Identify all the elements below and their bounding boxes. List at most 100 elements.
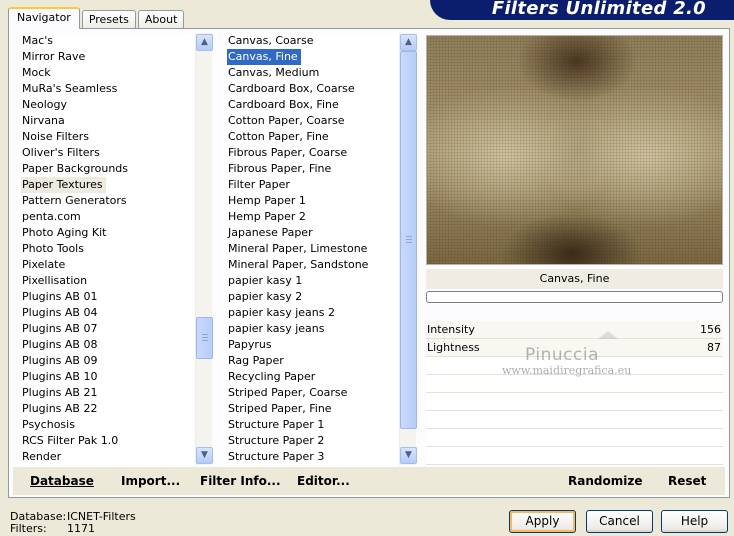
filter-item[interactable]: papier kasy 2: [223, 289, 401, 305]
filter-item[interactable]: papier kasy 1: [223, 273, 401, 289]
filter-item[interactable]: Cotton Paper, Coarse: [223, 113, 401, 129]
category-item-label: Plugins AB 08: [22, 338, 98, 351]
param-row-intensity[interactable]: Intensity 156: [426, 321, 723, 339]
filter-item[interactable]: Canvas, Fine: [223, 48, 401, 66]
category-item-label: Mac's: [22, 34, 54, 47]
filter-item[interactable]: papier kasy jeans 2: [223, 305, 401, 321]
filter-list[interactable]: Canvas, Coarse Canvas, Fine Canvas, Medium…: [223, 33, 401, 465]
param-label: Lightness: [427, 341, 480, 354]
category-item-label: Pixellisation: [22, 274, 88, 287]
filter-item-label: Canvas, Fine: [226, 48, 302, 66]
filter-item[interactable]: Rag Paper: [223, 353, 401, 369]
filter-item[interactable]: Hemp Paper 2: [223, 209, 401, 225]
reset-button[interactable]: Reset: [668, 474, 706, 488]
param-row-empty: [426, 429, 723, 447]
randomize-button[interactable]: Randomize: [568, 474, 642, 488]
filter-item[interactable]: Striped Paper, Coarse: [223, 385, 401, 401]
category-item-label: Paper Textures: [21, 177, 106, 193]
filter-item[interactable]: Japanese Paper: [223, 225, 401, 241]
param-value: 156: [700, 323, 721, 336]
filter-item-label: Japanese Paper: [228, 226, 313, 239]
filter-item-label: Mineral Paper, Sandstone: [228, 258, 369, 271]
tab-navigator[interactable]: Navigator: [8, 7, 80, 29]
category-item[interactable]: Plugins AB 21: [17, 385, 197, 401]
filter-item[interactable]: papier kasy jeans: [223, 321, 401, 337]
category-item[interactable]: Plugins AB 01: [17, 289, 197, 305]
database-button[interactable]: Database: [30, 474, 94, 488]
category-item[interactable]: Mirror Rave: [17, 49, 197, 65]
filter-item-label: Filter Paper: [228, 178, 290, 191]
category-item[interactable]: Oliver's Filters: [17, 145, 197, 161]
category-item[interactable]: Photo Tools: [17, 241, 197, 257]
category-item[interactable]: MuRa's Seamless: [17, 81, 197, 97]
apply-button[interactable]: Apply: [509, 510, 576, 533]
filter-item[interactable]: Structure Paper 3: [223, 449, 401, 465]
preview-image[interactable]: [426, 35, 723, 265]
filter-item-label: Rag Paper: [228, 354, 284, 367]
filter-item[interactable]: Mineral Paper, Limestone: [223, 241, 401, 257]
category-item[interactable]: Pixellisation: [17, 273, 197, 289]
category-item[interactable]: Plugins AB 08: [17, 337, 197, 353]
filters-count: 1171: [67, 522, 95, 535]
category-item[interactable]: Plugins AB 04: [17, 305, 197, 321]
filter-item[interactable]: Fibrous Paper, Fine: [223, 161, 401, 177]
import-button[interactable]: Import...: [121, 474, 180, 488]
filter-item[interactable]: Structure Paper 2: [223, 433, 401, 449]
category-item[interactable]: Plugins AB 22: [17, 401, 197, 417]
tab-presets[interactable]: Presets: [81, 10, 136, 29]
category-item-label: Plugins AB 04: [22, 306, 98, 319]
scroll-down-icon[interactable]: ▼: [400, 447, 417, 464]
scroll-up-icon[interactable]: ▲: [196, 34, 213, 51]
filter-item[interactable]: Canvas, Coarse: [223, 33, 401, 49]
category-scroll-thumb[interactable]: [196, 317, 213, 359]
filter-item-label: Canvas, Medium: [228, 66, 320, 79]
category-item[interactable]: Pixelate: [17, 257, 197, 273]
category-item[interactable]: penta.com: [17, 209, 197, 225]
status-area: Database: ICNET-Filters Filters: 1171: [10, 511, 136, 535]
filter-item[interactable]: Cardboard Box, Fine: [223, 97, 401, 113]
cancel-button[interactable]: Cancel: [586, 510, 653, 533]
scroll-up-icon[interactable]: ▲: [400, 34, 417, 51]
category-item[interactable]: Noise Filters: [17, 129, 197, 145]
filter-item[interactable]: Hemp Paper 1: [223, 193, 401, 209]
filter-item[interactable]: Papyrus: [223, 337, 401, 353]
category-item[interactable]: Plugins AB 09: [17, 353, 197, 369]
category-item[interactable]: Psychosis: [17, 417, 197, 433]
param-row-empty: [426, 447, 723, 465]
category-item[interactable]: Mock: [17, 65, 197, 81]
category-item[interactable]: Plugins AB 07: [17, 321, 197, 337]
category-item[interactable]: RCS Filter Pak 1.0: [17, 433, 197, 449]
category-list[interactable]: Mac's Mirror Rave Mock MuRa's Seamless Neolo…: [17, 33, 197, 465]
category-item-label: Plugins AB 09: [22, 354, 98, 367]
filter-scroll-thumb[interactable]: [400, 51, 417, 429]
category-item[interactable]: Paper Textures: [17, 177, 197, 193]
category-item-label: Neology: [22, 98, 68, 111]
filter-item[interactable]: Recycling Paper: [223, 369, 401, 385]
category-item[interactable]: Render: [17, 449, 197, 465]
category-item[interactable]: Plugins AB 10: [17, 369, 197, 385]
filter-item[interactable]: Canvas, Medium: [223, 65, 401, 81]
filter-item[interactable]: Fibrous Paper, Coarse: [223, 145, 401, 161]
filter-item[interactable]: Cardboard Box, Coarse: [223, 81, 401, 97]
category-item[interactable]: Photo Aging Kit: [17, 225, 197, 241]
filter-item[interactable]: Structure Paper 1: [223, 417, 401, 433]
filter-item-label: Canvas, Coarse: [228, 34, 314, 47]
filter-scrollbar[interactable]: ▲ ▼: [399, 33, 417, 465]
category-item[interactable]: Nirvana: [17, 113, 197, 129]
filter-item[interactable]: Striped Paper, Fine: [223, 401, 401, 417]
filter-item[interactable]: Cotton Paper, Fine: [223, 129, 401, 145]
editor-button[interactable]: Editor...: [297, 474, 350, 488]
category-item[interactable]: Neology: [17, 97, 197, 113]
category-scrollbar[interactable]: ▲ ▼: [195, 33, 213, 465]
filter-item[interactable]: Mineral Paper, Sandstone: [223, 257, 401, 273]
tab-about[interactable]: About: [137, 10, 185, 29]
watermark-url: www.maidiregrafica.eu: [502, 364, 632, 377]
category-item[interactable]: Pattern Generators: [17, 193, 197, 209]
filter-item[interactable]: Filter Paper: [223, 177, 401, 193]
category-item[interactable]: Mac's: [17, 33, 197, 49]
scroll-down-icon[interactable]: ▼: [196, 447, 213, 464]
filter-info-button[interactable]: Filter Info...: [200, 474, 281, 488]
help-button[interactable]: Help: [661, 510, 728, 533]
category-item-label: penta.com: [22, 210, 81, 223]
category-item[interactable]: Paper Backgrounds: [17, 161, 197, 177]
